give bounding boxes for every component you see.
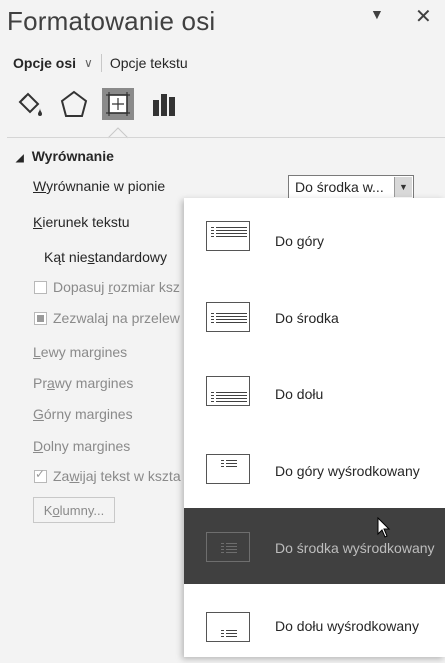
text-direction-label: Kierunek tekstu (33, 214, 130, 230)
bottom-margin-label: Dolny margines (33, 438, 130, 454)
autofit-checkbox[interactable]: Dopasuj rozmiar ksz (34, 279, 180, 295)
columns-button[interactable]: Ko lumny... (33, 497, 115, 523)
checkbox-box[interactable] (34, 467, 47, 483)
label-text: K (43, 502, 53, 518)
wrap-text-checkbox[interactable]: Zawijaj tekst w kszta (34, 467, 181, 484)
format-axis-pane: Formatowanie osi ▼ ✕ Opcje osi ∨ Opcje t… (0, 0, 445, 657)
dropdown-item-bottom[interactable]: Do dołu (184, 356, 445, 432)
access-key: o (52, 502, 60, 518)
access-key: D (33, 438, 44, 454)
item-label: Do dołu wyśrodkowany (275, 618, 419, 634)
label-text: Zezwalaj na przelew (53, 310, 180, 326)
close-icon[interactable]: ✕ (415, 4, 432, 29)
vertical-alignment-dropdown: Do góry Do środka Do dołu Do góry wyśrod… (184, 198, 445, 657)
dropdown-item-top[interactable]: Do góry (184, 198, 445, 274)
right-margin-label: Prawy margines (33, 375, 133, 391)
label-text: Kąt nie (44, 249, 88, 265)
options-tabs: Opcje osi ∨ Opcje tekstu (13, 54, 188, 72)
section-header-alignment[interactable]: ◢ Wyrównanie (16, 148, 114, 164)
label-text: Pr (33, 375, 47, 391)
access-key: a (47, 375, 55, 391)
size-properties-icon[interactable] (102, 88, 134, 120)
item-label: Do środka wyśrodkowany (275, 540, 435, 556)
label-text: ozmiar ksz (112, 279, 180, 295)
access-key: w (69, 468, 80, 484)
align-middle-centered-icon (206, 532, 250, 562)
vertical-alignment-label: Wyrównanie w pionie (33, 178, 165, 194)
checkbox-box[interactable] (34, 281, 47, 294)
tab-axis-options[interactable]: Opcje osi (13, 55, 76, 71)
top-margin-label: Górny margines (33, 406, 133, 422)
select-value: Do środka w... (295, 179, 384, 195)
label-text: lumny... (59, 502, 105, 518)
divider (7, 137, 445, 138)
label-text: olny margines (43, 438, 131, 454)
label-text: ierunek tekstu (42, 214, 130, 230)
tab-text-options[interactable]: Opcje tekstu (110, 55, 188, 71)
category-icon-bar (0, 82, 445, 142)
dropdown-item-bottom-centered[interactable]: Do dołu wyśrodkowany (184, 587, 445, 663)
item-label: Do dołu (275, 386, 324, 402)
left-margin-label: Lewy margines (33, 344, 127, 360)
label-text: Dopasuj (53, 279, 109, 295)
label-text: wy margines (54, 375, 134, 391)
checkbox-box[interactable] (34, 312, 47, 325)
section-title: Wyrównanie (31, 148, 114, 164)
vertical-alignment-select[interactable]: Do środka w... ▼ (288, 175, 414, 199)
align-middle-icon (206, 302, 250, 332)
dropdown-item-middle[interactable]: Do środka (184, 279, 445, 355)
effects-pentagon-icon[interactable] (58, 88, 90, 120)
fill-line-icon[interactable] (14, 88, 46, 120)
align-bottom-centered-icon (206, 612, 250, 642)
access-key: L (33, 344, 41, 360)
label-text: yrównanie w pionie (46, 178, 166, 194)
label-text: ewy margines (40, 344, 128, 360)
custom-angle-label: Kąt niestandardowy (44, 249, 167, 265)
overflow-checkbox[interactable]: Zezwalaj na przelew (34, 310, 180, 326)
access-key: W (33, 178, 47, 194)
access-key: G (33, 406, 44, 422)
label-text: Za (53, 468, 70, 484)
chevron-down-icon[interactable]: ∨ (84, 56, 93, 70)
axis-options-icon[interactable] (148, 88, 180, 120)
access-key: s (87, 249, 95, 265)
label-text: órny margines (43, 406, 133, 422)
align-top-icon (206, 221, 250, 251)
chevron-down-icon[interactable]: ▼ (394, 177, 412, 197)
label-text: tandardowy (94, 249, 167, 265)
tab-separator (100, 54, 102, 72)
mouse-cursor-icon (377, 517, 391, 538)
item-label: Do góry (275, 233, 325, 249)
pane-title: Formatowanie osi (7, 6, 216, 36)
align-top-centered-icon (206, 454, 250, 484)
collapse-icon[interactable]: ◢ (16, 153, 24, 164)
access-key: K (33, 214, 43, 230)
item-label: Do środka (275, 310, 339, 326)
dropdown-item-top-centered[interactable]: Do góry wyśrodkowany (184, 432, 445, 508)
chevron-down-icon[interactable]: ▼ (370, 6, 384, 22)
dropdown-item-middle-centered[interactable]: Do środka wyśrodkowany (184, 508, 445, 584)
label-text: ijaj tekst w kszta (79, 468, 181, 484)
align-bottom-icon (206, 376, 250, 406)
item-label: Do góry wyśrodkowany (275, 463, 420, 479)
